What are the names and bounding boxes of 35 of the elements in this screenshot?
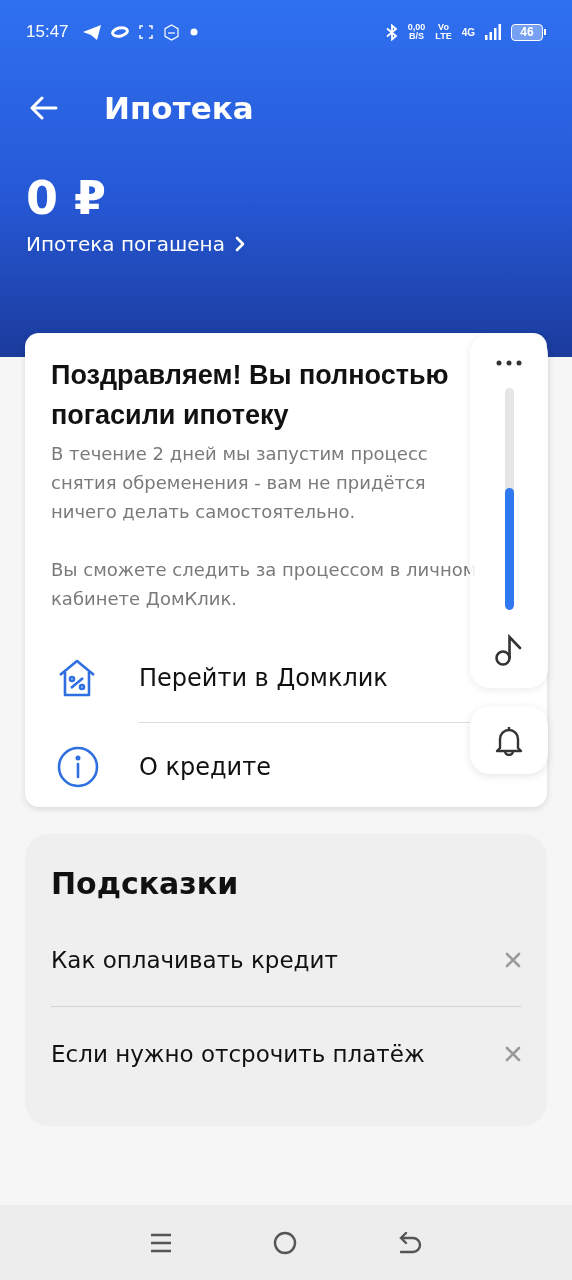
chevron-right-icon[interactable] bbox=[234, 236, 245, 252]
menu-link[interactable]: Перейти в Домклик bbox=[139, 663, 388, 692]
back-arrow-icon[interactable] bbox=[30, 96, 58, 120]
info-icon bbox=[57, 745, 99, 788]
home-icon[interactable] bbox=[273, 1230, 297, 1255]
more-icon[interactable] bbox=[496, 360, 522, 366]
status-time: 15:47 bbox=[26, 22, 69, 42]
volume-slider[interactable] bbox=[504, 388, 514, 610]
house-percent-icon bbox=[57, 657, 97, 698]
menu-link[interactable]: О кредите bbox=[139, 753, 271, 781]
page-title: Ипотека bbox=[104, 90, 254, 126]
signal-icon bbox=[485, 24, 501, 40]
volte-indicator: Vo LTE bbox=[435, 23, 452, 41]
loan-status-link[interactable]: Ипотека погашена bbox=[26, 232, 225, 256]
notification-button[interactable] bbox=[470, 706, 548, 774]
balance-amount: 0 ₽ bbox=[25, 170, 108, 226]
paper-plane-icon bbox=[82, 24, 101, 40]
battery-level: 46 bbox=[511, 23, 543, 41]
notice-text: Вы сможете следить за процессом в личном кабинете ДомКлик. bbox=[51, 558, 478, 611]
notice-title: Поздравляем! Вы полностью погасили ипотеку bbox=[51, 359, 450, 432]
network-type: 4G bbox=[461, 26, 475, 38]
hint-link[interactable]: Как оплачивать кредит bbox=[51, 946, 338, 973]
screenshot-icon bbox=[138, 25, 153, 39]
hexagon-badge-icon bbox=[162, 23, 180, 41]
menu-icon[interactable] bbox=[150, 1232, 173, 1253]
back-icon[interactable] bbox=[397, 1231, 422, 1254]
music-note-icon[interactable] bbox=[494, 634, 524, 666]
hints-title: Подсказки bbox=[51, 866, 240, 901]
bluetooth-icon bbox=[385, 23, 398, 41]
dot-icon bbox=[189, 28, 198, 36]
bell-icon bbox=[494, 724, 524, 756]
ring-icon bbox=[110, 26, 129, 38]
network-speed: 0,00 B/S bbox=[407, 23, 426, 41]
hint-link[interactable]: Если нужно отсрочить платёж bbox=[51, 1040, 425, 1067]
notice-text: В течение 2 дней мы запустим процесс снятия обременения - вам не придётся ничего делать самостоятельно. bbox=[51, 442, 429, 524]
